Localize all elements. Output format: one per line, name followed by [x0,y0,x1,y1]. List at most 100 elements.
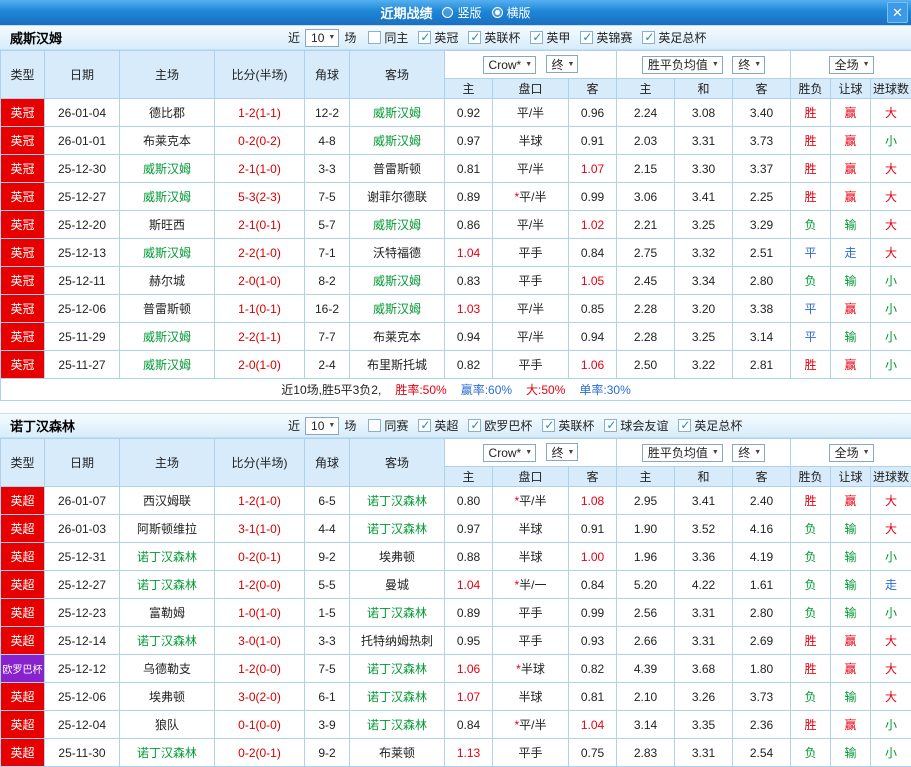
checkbox-checked-icon[interactable] [542,419,555,432]
away-team-cell: 诺丁汉森林 [350,515,445,543]
avg-home-cell: 2.50 [617,351,675,379]
league-filter-checkbox[interactable]: 英甲 [530,29,570,46]
scope-select[interactable]: 全场▼ [829,56,874,74]
avg-odds-select[interactable]: 胜平负均值▼ [642,444,723,462]
column-header-line: 盘口 [493,79,569,99]
match-row: 英超25-12-04狼队0-1(0-0)3-9诺丁汉森林0.84*平/半1.04… [1,711,911,739]
league-filter-checkbox[interactable]: 英锦赛 [580,29,632,46]
chevron-down-icon: ▼ [568,61,575,68]
goals-result-cell: 大 [871,515,911,543]
odds-company-select[interactable]: Crow*▼ [483,56,537,74]
league-filter-label: 英甲 [546,29,570,46]
goals-result-cell: 大 [871,627,911,655]
checkbox-checked-icon[interactable] [530,31,543,44]
corners-cell: 7-7 [305,323,350,351]
avg-odds-select[interactable]: 胜平负均值▼ [642,56,723,74]
match-row: 英冠26-01-01布莱克本0-2(0-2)4-8威斯汉姆0.97半球0.912… [1,127,911,155]
score-cell: 3-1(1-0) [215,515,305,543]
corners-cell: 5-5 [305,571,350,599]
match-row: 英超25-12-27诺丁汉森林1-2(0-0)5-5曼城1.04*半/一0.84… [1,571,911,599]
avg-draw-cell: 3.31 [675,599,733,627]
league-filter-checkbox[interactable]: 英超 [418,417,458,434]
away-team-cell: 威斯汉姆 [350,267,445,295]
score-cell: 2-2(1-1) [215,323,305,351]
chevron-down-icon: ▼ [525,61,532,68]
league-filter-checkbox[interactable]: 英联杯 [542,417,594,434]
away-team-cell: 威斯汉姆 [350,295,445,323]
result-cell: 负 [791,683,831,711]
avg-home-cell: 1.90 [617,515,675,543]
section-divider [0,401,911,413]
date-cell: 25-12-30 [45,155,120,183]
league-filter-checkbox[interactable]: 英冠 [418,29,458,46]
avg-draw-cell: 3.30 [675,155,733,183]
checkbox-checked-icon[interactable] [468,419,481,432]
goals-result-cell: 小 [871,351,911,379]
home-team-cell: 普雷斯顿 [120,295,215,323]
score-cell: 2-2(1-0) [215,239,305,267]
checkbox-unchecked-icon[interactable] [368,31,381,44]
avg-away-cell: 4.19 [733,543,791,571]
checkbox-checked-icon[interactable] [642,31,655,44]
odds-filter-cell: Crow*▼ 终▼ [445,51,617,79]
corners-cell: 7-1 [305,239,350,267]
league-filter-checkbox[interactable]: 球会友谊 [604,417,668,434]
score-cell: 1-2(0-0) [215,571,305,599]
league-type-badge: 英冠 [1,211,45,239]
league-filter-checkbox[interactable]: 英足总杯 [642,29,706,46]
checkbox-checked-icon[interactable] [468,31,481,44]
final-odds-select[interactable]: 终▼ [546,55,579,73]
league-type-badge: 英冠 [1,183,45,211]
checkbox-checked-icon[interactable] [418,31,431,44]
final-odds-select[interactable]: 终▼ [732,56,765,74]
away-water-cell: 0.94 [569,323,617,351]
scope-select[interactable]: 全场▼ [829,444,874,462]
close-button[interactable]: ✕ [887,2,908,23]
avg-away-cell: 2.81 [733,351,791,379]
odds-company-select[interactable]: Crow*▼ [483,444,537,462]
result-cell: 平 [791,239,831,267]
date-cell: 26-01-01 [45,127,120,155]
match-row: 英冠25-12-30威斯汉姆2-1(1-0)3-3普雷斯顿0.81平/半1.07… [1,155,911,183]
layout-radio-vertical[interactable]: 竖版 [442,4,481,21]
away-water-cell: 0.91 [569,515,617,543]
home-water-cell: 1.13 [445,739,493,767]
league-filter-checkbox[interactable]: 英足总杯 [678,417,742,434]
column-header-away: 客场 [350,51,445,99]
result-cell: 胜 [791,711,831,739]
radio-label: 横版 [507,4,531,21]
column-header-water-away: 客 [569,467,617,487]
goals-result-cell: 大 [871,99,911,127]
checkbox-checked-icon[interactable] [604,419,617,432]
avg-home-cell: 2.95 [617,487,675,515]
league-filter-checkbox[interactable]: 欧罗巴杯 [468,417,532,434]
final-odds-select[interactable]: 终▼ [546,443,579,461]
checkbox-checked-icon[interactable] [580,31,593,44]
away-team-cell: 布莱克本 [350,323,445,351]
match-count-select[interactable]: 10▼ [305,29,339,47]
match-count-select[interactable]: 10▼ [305,417,339,435]
away-water-cell: 1.02 [569,211,617,239]
layout-radio-horizontal[interactable]: 横版 [492,4,531,21]
results-table: 类型 日期 主场 比分(半场) 角球 客场 Crow*▼ 终▼ 胜平负均值▼ 终… [0,50,911,401]
summary-stat: 赢率:60% [461,383,512,397]
summary-row: 近10场,胜5平3负2,胜率:50%赢率:60%大:50%单率:30% [1,379,911,401]
score-cell: 3-0(2-0) [215,683,305,711]
avg-home-cell: 3.06 [617,183,675,211]
radio-icon[interactable] [492,7,503,18]
radio-icon[interactable] [442,7,453,18]
goals-result-cell: 小 [871,323,911,351]
checkbox-unchecked-icon[interactable] [368,419,381,432]
avg-home-cell: 2.28 [617,295,675,323]
final-odds-select[interactable]: 终▼ [732,444,765,462]
avg-draw-cell: 4.22 [675,571,733,599]
checkbox-checked-icon[interactable] [678,419,691,432]
checkbox-checked-icon[interactable] [418,419,431,432]
venue-filter-checkbox[interactable]: 同赛 [368,417,408,434]
result-cell: 胜 [791,155,831,183]
league-filter-checkbox[interactable]: 英联杯 [468,29,520,46]
venue-filter-label: 同主 [384,29,408,46]
handicap-result-cell: 赢 [831,655,871,683]
venue-filter-checkbox[interactable]: 同主 [368,29,408,46]
avg-home-cell: 2.21 [617,211,675,239]
